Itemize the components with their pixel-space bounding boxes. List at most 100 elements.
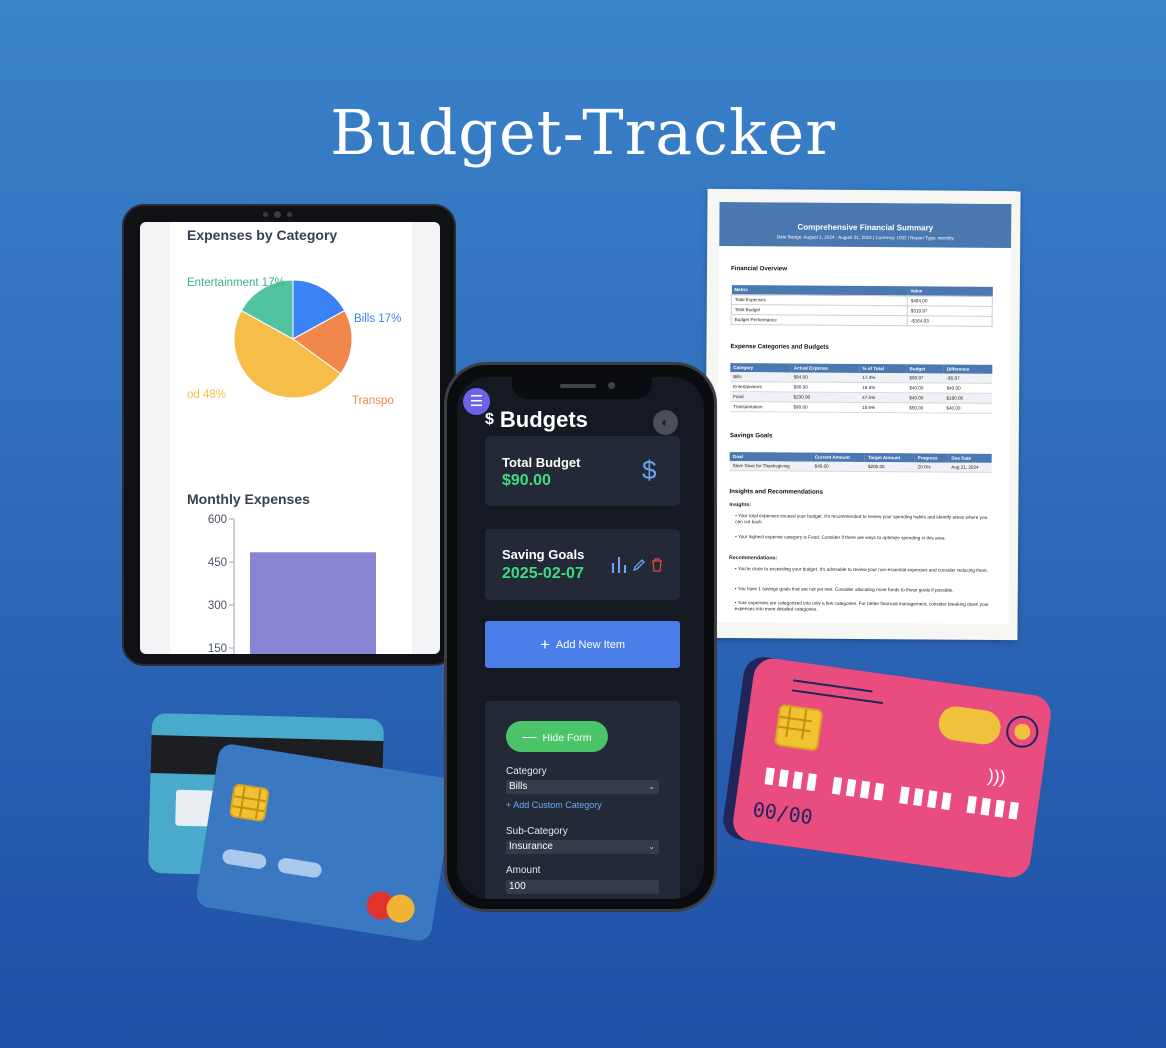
tablet-camera (263, 211, 292, 218)
bar-tick-label: 150 (208, 643, 227, 654)
saving-goals-date: 2025-02-07 (502, 565, 584, 582)
savings-heading: Savings Goals (729, 432, 773, 440)
category-value: Bills (509, 781, 528, 792)
contactless-icon: ))) (986, 765, 1008, 788)
categories-header: Difference (943, 364, 993, 374)
card-yellow-pill (936, 704, 1003, 747)
overview-cell: $319.97 (907, 305, 993, 317)
overview-cell: $484.00 (907, 295, 993, 307)
category-select[interactable]: Bills ⌄ (506, 780, 659, 794)
categories-heading: Expense Categories and Budgets (730, 343, 829, 351)
savings-table: Goal Current Amount Target Amount Progre… (729, 452, 992, 473)
categories-cell: $40.00 (906, 392, 944, 404)
categories-cell: Transportation (730, 401, 791, 412)
chart-bars-icon[interactable] (611, 555, 629, 575)
recommendations-label: Recommendations: (728, 555, 778, 562)
categories-cell: $190.00 (943, 393, 993, 404)
card-expiry: 00/00 (751, 797, 815, 830)
overview-heading: Financial Overview (730, 265, 788, 273)
bar-monthly-expense (250, 552, 376, 654)
categories-cell: $90.00 (790, 401, 860, 413)
phone-screen: ☰ ◐ $ Budgets Total Budget $90.00 $ Savin… (457, 377, 704, 899)
hide-form-label: Hide Form (542, 732, 592, 744)
pie-chart: Entertainment 17% Bills 17% Transpo od 4… (187, 277, 401, 407)
categories-cell: 18.6% (859, 402, 907, 413)
bar-tick-label: 450 (208, 557, 227, 569)
bar-chart: 600 450 300 150 (208, 514, 376, 654)
trash-icon[interactable] (651, 558, 663, 572)
card-number-pill (276, 857, 323, 879)
tablet-content: Expenses by Category Entertainment 17% B… (170, 222, 412, 654)
add-item-form: — Hide Form Category Bills ⌄ + Add Custom… (485, 701, 680, 899)
subcategory-value: Insurance (509, 841, 553, 852)
categories-cell: $230.00 (790, 391, 860, 403)
savings-header: Current Amount (811, 452, 866, 463)
savings-header: Progress (914, 453, 949, 463)
categories-header: Category (730, 363, 791, 373)
categories-cell: 17.4% (859, 372, 907, 383)
savings-header: Target Amount (865, 453, 915, 463)
categories-cell: $84.00 (790, 372, 860, 383)
subcategory-select[interactable]: Insurance ⌄ (506, 840, 659, 854)
report-title: Comprehensive Financial Summary (797, 222, 934, 233)
tablet-device: Expenses by Category Entertainment 17% B… (122, 204, 456, 666)
total-budget-label: Total Budget (502, 455, 581, 470)
bar-tick-label: 300 (208, 600, 227, 612)
insight-text: • Your total expenses exceed your budget… (735, 513, 988, 525)
savings-header: Due Date (948, 453, 992, 463)
categories-cell: Food (730, 391, 791, 402)
categories-cell: 47.5% (859, 392, 907, 403)
amount-value: 100 (509, 881, 526, 892)
plus-icon: + (539, 635, 550, 654)
categories-header: Budget (906, 364, 944, 374)
bar-tick-label: 600 (208, 514, 227, 526)
categories-cell: $40.00 (943, 383, 993, 394)
card-number-group: ▮▮▮▮ (762, 762, 822, 795)
bar-chart-title: Monthly Expenses (187, 491, 310, 507)
subcategory-label: Sub-Category (506, 826, 568, 837)
add-new-item-label: Add New Item (555, 639, 626, 651)
recommendation-text: • You have 1 savings goals that are not … (734, 586, 954, 593)
phone-device: ☰ ◐ $ Budgets Total Budget $90.00 $ Savin… (444, 362, 717, 912)
recommendation-text: • Your expenses are categorized into onl… (734, 600, 989, 612)
edit-pencil-icon[interactable] (632, 558, 646, 572)
insight-text: • Your highest expense category is Food.… (735, 534, 946, 541)
pie-label-bills: Bills 17% (354, 313, 401, 325)
categories-header: Actual Expense (790, 363, 860, 373)
amount-label: Amount (506, 865, 541, 876)
categories-cell: 16.5% (859, 382, 907, 393)
recommendation-text: • You're close to exceeding your budget.… (734, 566, 988, 573)
card-number-group: ▮▮▮▮ (896, 781, 957, 814)
categories-cell: $89.97 (906, 373, 944, 384)
add-custom-category-link[interactable]: + Add Custom Category (506, 800, 602, 810)
card-ring (1004, 713, 1041, 750)
tablet-screen: Expenses by Category Entertainment 17% B… (140, 222, 440, 654)
total-budget-value: $90.00 (502, 472, 551, 489)
dollar-icon: $ (642, 455, 657, 485)
amount-input[interactable]: 100 (506, 880, 659, 894)
credit-card-pink-illustration: ))) ▮▮▮▮ ▮▮▮▮ ▮▮▮▮ ▮▮▮▮ 00/00 (730, 656, 1054, 880)
insights-label: Insights: (729, 502, 751, 509)
card-chip-icon (228, 783, 270, 823)
card-number-group: ▮▮▮▮ (964, 790, 1024, 824)
card-number-group: ▮▮▮▮ (829, 771, 889, 805)
report-header: Comprehensive Financial Summary Date Ran… (719, 201, 1012, 249)
saving-goals-card: Saving Goals 2025-02-07 (485, 529, 680, 600)
total-budget-card: Total Budget $90.00 $ (485, 436, 680, 506)
categories-cell: Entertainment (730, 381, 791, 392)
categories-cell: -$5.97 (943, 373, 993, 384)
add-new-item-button[interactable]: + Add New Item (485, 621, 680, 668)
minus-icon: — (522, 728, 537, 744)
pie-label-entertainment: Entertainment 17% (187, 277, 285, 289)
dollar-icon: $ (485, 411, 494, 428)
budgets-title-text: Budgets (499, 407, 588, 432)
pie-chart-title: Expenses by Category (187, 227, 338, 243)
saving-goals-label: Saving Goals (502, 547, 585, 562)
overview-cell: -$164.03 (907, 315, 993, 327)
hide-form-button[interactable]: — Hide Form (506, 721, 608, 752)
insights-heading: Insights and Recommendations (729, 488, 823, 496)
overview-table: Metric Value Total Expenses $484.00 Total… (731, 285, 993, 327)
chevron-down-icon: ⌄ (648, 782, 655, 791)
chevron-down-icon: ⌄ (648, 842, 655, 851)
theme-toggle-icon[interactable]: ◐ (653, 410, 678, 435)
